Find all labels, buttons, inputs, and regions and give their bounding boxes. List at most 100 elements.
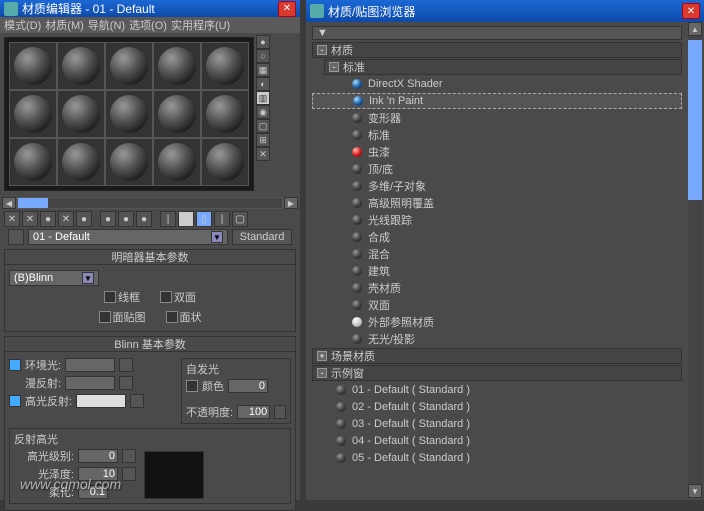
scroll-down-icon[interactable]: ▼: [688, 484, 702, 498]
sample-item[interactable]: 05 - Default ( Standard ): [312, 450, 682, 466]
toolbar-button[interactable]: ▦: [178, 211, 194, 227]
specular-lock-icon[interactable]: [9, 395, 21, 407]
material-type-item[interactable]: 壳材质: [312, 280, 682, 296]
opacity-spinner[interactable]: 100: [237, 405, 270, 419]
toolbar-button[interactable]: ▯: [196, 211, 212, 227]
scroll-right-icon[interactable]: ▶: [284, 197, 298, 209]
opacity-map-button[interactable]: [274, 405, 286, 419]
toolbar-button[interactable]: ●: [76, 211, 92, 227]
browser-scrollbar[interactable]: ▲ ▼: [688, 22, 702, 498]
side-tool-button[interactable]: ◐: [256, 77, 270, 91]
material-type-item[interactable]: 外部参照材质: [312, 314, 682, 330]
search-bar[interactable]: ▼: [312, 26, 682, 40]
expand-icon[interactable]: +: [317, 351, 327, 361]
material-name-dropdown[interactable]: 01 - Default ▼: [28, 229, 228, 245]
sample-item[interactable]: 04 - Default ( Standard ): [312, 433, 682, 449]
side-tool-button[interactable]: ▢: [256, 119, 270, 133]
close-icon[interactable]: ✕: [682, 3, 700, 19]
toolbar-button[interactable]: ✕: [22, 211, 38, 227]
scroll-track[interactable]: [18, 198, 282, 208]
toolbar-button[interactable]: ●: [100, 211, 116, 227]
ambient-lock-icon[interactable]: [9, 359, 21, 371]
toolbar-button[interactable]: ●: [40, 211, 56, 227]
material-type-button[interactable]: Standard: [232, 229, 292, 245]
standard-section-header[interactable]: - 标准: [324, 59, 682, 75]
sample-slot[interactable]: [201, 42, 249, 90]
speclevel-spinner[interactable]: 0: [78, 449, 118, 463]
ambient-map-button[interactable]: [119, 358, 133, 372]
material-type-item[interactable]: 多维/子对象: [312, 178, 682, 194]
sample-slot[interactable]: [105, 90, 153, 138]
material-type-item[interactable]: Ink 'n Paint: [312, 93, 682, 109]
material-type-item[interactable]: 混合: [312, 246, 682, 262]
side-tool-button[interactable]: ⊞: [256, 133, 270, 147]
eyedropper-icon[interactable]: [8, 229, 24, 245]
side-tool-button[interactable]: ▦: [256, 63, 270, 77]
side-tool-button[interactable]: ○: [256, 49, 270, 63]
close-icon[interactable]: ✕: [278, 1, 296, 17]
collapse-icon[interactable]: -: [329, 62, 339, 72]
sample-slot[interactable]: [153, 138, 201, 186]
glossiness-map-button[interactable]: [122, 467, 136, 481]
material-type-item[interactable]: 双面: [312, 297, 682, 313]
diffuse-map-button[interactable]: [119, 376, 133, 390]
material-section-header[interactable]: - 材质: [312, 42, 682, 58]
selfillum-spinner[interactable]: 0: [228, 379, 268, 393]
sample-item[interactable]: 01 - Default ( Standard ): [312, 382, 682, 398]
material-type-item[interactable]: DirectX Shader: [312, 76, 682, 92]
collapse-icon[interactable]: -: [317, 368, 327, 378]
slot-scrollbar[interactable]: ◀ ▶: [2, 197, 298, 209]
blinn-rollout-header[interactable]: Blinn 基本参数: [4, 336, 296, 352]
sample-slot[interactable]: [57, 138, 105, 186]
sample-slot[interactable]: [105, 42, 153, 90]
material-type-item[interactable]: 无光/投影: [312, 331, 682, 347]
sample-slot[interactable]: [105, 138, 153, 186]
material-type-item[interactable]: 虫漆: [312, 144, 682, 160]
scroll-thumb[interactable]: [688, 40, 702, 200]
side-tool-button[interactable]: ▥: [256, 91, 270, 105]
speclevel-map-button[interactable]: [122, 449, 136, 463]
toolbar-button[interactable]: ✕: [58, 211, 74, 227]
scroll-thumb[interactable]: [18, 198, 48, 208]
toolbar-button[interactable]: ✕: [4, 211, 20, 227]
scroll-left-icon[interactable]: ◀: [2, 197, 16, 209]
sample-slot[interactable]: [153, 42, 201, 90]
sample-slot[interactable]: [9, 42, 57, 90]
side-tool-button[interactable]: ✕: [256, 147, 270, 161]
material-type-item[interactable]: 标准: [312, 127, 682, 143]
dropdown-arrow-icon[interactable]: ▼: [211, 231, 223, 243]
side-tool-button[interactable]: ◉: [256, 105, 270, 119]
sample-slot[interactable]: [9, 138, 57, 186]
material-type-item[interactable]: 合成: [312, 229, 682, 245]
toolbar-button[interactable]: |: [214, 211, 230, 227]
sample-slot[interactable]: [9, 90, 57, 138]
diffuse-swatch[interactable]: [65, 376, 115, 390]
toolbar-button[interactable]: ●: [136, 211, 152, 227]
material-type-item[interactable]: 高级照明覆盖: [312, 195, 682, 211]
shader-rollout-header[interactable]: 明暗器基本参数: [4, 249, 296, 265]
menu-mode[interactable]: 模式(D): [4, 17, 41, 33]
facemap-checkbox[interactable]: [99, 311, 111, 323]
toolbar-button[interactable]: ▢: [232, 211, 248, 227]
faceted-checkbox[interactable]: [166, 311, 178, 323]
menu-util[interactable]: 实用程序(U): [171, 17, 230, 33]
material-type-item[interactable]: 建筑: [312, 263, 682, 279]
shader-dropdown[interactable]: (B)Blinn ▼: [9, 270, 99, 286]
sample-item[interactable]: 03 - Default ( Standard ): [312, 416, 682, 432]
material-type-item[interactable]: 变形器: [312, 110, 682, 126]
side-tool-button[interactable]: ●: [256, 35, 270, 49]
material-type-item[interactable]: 顶/底: [312, 161, 682, 177]
scroll-up-icon[interactable]: ▲: [688, 22, 702, 36]
dropdown-arrow-icon[interactable]: ▼: [82, 272, 94, 284]
wire-checkbox[interactable]: [104, 291, 116, 303]
sample-slot[interactable]: [201, 138, 249, 186]
sample-slot[interactable]: [57, 90, 105, 138]
specular-swatch[interactable]: [76, 394, 126, 408]
scene-section-header[interactable]: + 场景材质: [312, 348, 682, 364]
menu-material[interactable]: 材质(M): [45, 17, 84, 33]
menu-options[interactable]: 选项(O): [129, 17, 167, 33]
ambient-swatch[interactable]: [65, 358, 115, 372]
sample-slot[interactable]: [153, 90, 201, 138]
material-type-item[interactable]: 光线跟踪: [312, 212, 682, 228]
toolbar-button[interactable]: ●: [118, 211, 134, 227]
